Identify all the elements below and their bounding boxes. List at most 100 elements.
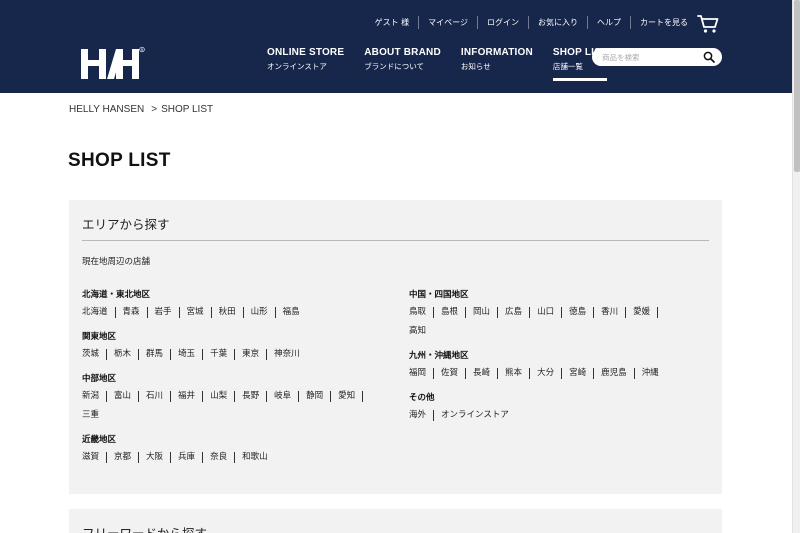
prefecture-link[interactable]: 岩手 [155,307,180,318]
prefecture-link[interactable]: 神奈川 [274,349,307,360]
mypage-link[interactable]: マイページ [418,16,477,29]
prefecture-list: 北海道 青森 岩手 宮城 秋田 山形 福島 [82,307,382,318]
prefecture-link[interactable]: 長野 [242,391,268,402]
nav-information[interactable]: INFORMATION お知らせ [461,47,533,81]
region-block: 中国・四国地区 鳥取 島根 岡山 広島 山口 徳島 香川 愛媛高知 [409,288,689,337]
prefecture-link[interactable]: 大分 [537,368,563,379]
page-scrollbar[interactable] [792,0,800,533]
prefecture-link[interactable]: 広島 [505,307,531,318]
prefecture-link[interactable]: 静岡 [306,391,332,402]
prefecture-link[interactable]: オンラインストア [441,410,516,421]
prefecture-link[interactable]: 長崎 [473,368,499,379]
prefecture-link[interactable]: 福島 [283,307,307,318]
prefecture-link[interactable]: 海外 [409,410,435,421]
region-column-left: 北海道・東北地区 北海道 青森 岩手 宮城 秋田 山形 福島関東地区茨城 栃木 群馬 埼玉 千葉 東京神… [82,288,382,475]
region-block: 関東地区茨城 栃木 群馬 埼玉 千葉 東京 神奈川 [82,330,382,360]
favorites-link[interactable]: お気に入り [528,16,587,29]
breadcrumb-separator: > [151,104,158,115]
prefecture-link[interactable]: 熊本 [505,368,531,379]
site-header: ゲスト 様 マイページ ログイン お気に入り ヘルプ カートを見る R ONLI… [0,0,792,93]
prefecture-link[interactable]: 沖縄 [642,368,666,379]
prefecture-link[interactable]: 群馬 [146,349,172,360]
nav-label-jp: お知らせ [460,62,491,71]
region-name: 中国・四国地区 [409,290,469,300]
region-name: その他 [409,393,435,403]
prefecture-link[interactable]: 大阪 [146,452,172,463]
region-block: 近畿地区滋賀 京都 大阪 兵庫 奈良 和歌山 [82,433,382,463]
prefecture-link[interactable]: 栃木 [114,349,140,360]
breadcrumb-home[interactable]: HELLY HANSEN [69,104,144,115]
region-name: 関東地区 [82,332,117,342]
prefecture-link[interactable]: 香川 [601,307,627,318]
search-icon[interactable] [703,51,715,63]
prefecture-link[interactable]: 宮崎 [569,368,595,379]
login-link[interactable]: ログイン [477,16,528,29]
area-search-title: エリアから探す [82,217,170,232]
prefecture-link[interactable]: 新潟 [82,391,108,402]
guest-link[interactable]: ゲスト 様 [366,16,419,29]
nav-label-jp: ブランドについて [364,62,425,71]
view-cart-link[interactable]: カートを見る [630,16,697,29]
prefecture-link[interactable]: 島根 [441,307,467,318]
prefecture-link[interactable]: 徳島 [569,307,595,318]
prefecture-link[interactable]: 福岡 [409,368,435,379]
nav-about-brand[interactable]: ABOUT BRAND ブランドについて [364,47,441,81]
utility-nav: ゲスト 様 マイページ ログイン お気に入り ヘルプ カートを見る [366,16,697,29]
prefecture-list: 福岡 佐賀 長崎 熊本 大分 宮崎 鹿児島 沖縄 [409,368,689,379]
breadcrumb: HELLY HANSEN > SHOP LIST [69,104,213,115]
nearby-stores-link[interactable]: 現在地周辺の店舗 [82,255,150,267]
area-search-panel: エリアから探す 現在地周辺の店舗 北海道・東北地区 北海道 青森 岩手 宮城 秋田 山形 福島… [69,200,722,494]
help-link[interactable]: ヘルプ [587,16,630,29]
main-nav: ONLINE STORE オンラインストア ABOUT BRAND ブランドにつ… [267,47,627,81]
scrollbar-thumb[interactable] [794,0,800,172]
prefecture-link[interactable]: 奈良 [210,452,236,463]
prefecture-link[interactable]: 鹿児島 [601,368,635,379]
region-block: 北海道・東北地区 北海道 青森 岩手 宮城 秋田 山形 福島 [82,288,382,318]
region-column-right: 中国・四国地区 鳥取 島根 岡山 広島 山口 徳島 香川 愛媛 高知 九州・沖縄地区 福岡 佐賀 長崎 熊本… [409,288,689,433]
nav-label-en: ABOUT BRAND [364,47,441,58]
prefecture-link[interactable]: 高知 [409,326,433,337]
prefecture-link[interactable]: 岡山 [473,307,499,318]
breadcrumb-current: SHOP LIST [161,104,214,115]
divider [82,240,709,241]
search-input[interactable] [602,50,697,64]
prefecture-link[interactable]: 北海道 [82,307,116,318]
prefecture-link[interactable]: 石川 [146,391,172,402]
prefecture-list: 鳥取 島根 岡山 広島 山口 徳島 香川 愛媛高知 [409,307,689,337]
nav-label-en: INFORMATION [460,47,533,58]
prefecture-link[interactable]: 愛知 [338,391,364,402]
prefecture-link[interactable]: 京都 [114,452,140,463]
prefecture-link[interactable]: 山梨 [210,391,236,402]
page-title: SHOP LIST [68,150,171,171]
cart-icon[interactable] [697,14,719,34]
prefecture-link[interactable]: 茨城 [82,349,108,360]
prefecture-link[interactable]: 福井 [178,391,204,402]
prefecture-link[interactable]: 山口 [537,307,563,318]
prefecture-link[interactable]: 佐賀 [441,368,467,379]
prefecture-link[interactable]: 秋田 [219,307,244,318]
prefecture-list: 新潟 富山 石川 福井 山梨 長野 岐阜 静岡 愛知三重 [82,391,382,421]
prefecture-list: 茨城 栃木 群馬 埼玉 千葉 東京 神奈川 [82,349,382,360]
nav-label-en: ONLINE STORE [267,47,345,58]
prefecture-link[interactable]: 鳥取 [409,307,435,318]
region-name: 近畿地区 [82,435,117,445]
hh-logo[interactable]: R [80,46,146,82]
prefecture-link[interactable]: 富山 [114,391,140,402]
prefecture-link[interactable]: 東京 [242,349,268,360]
search-box [592,48,722,66]
prefecture-link[interactable]: 愛媛 [633,307,659,318]
prefecture-link[interactable]: 三重 [82,410,106,421]
prefecture-link[interactable]: 和歌山 [242,452,275,463]
prefecture-link[interactable]: 山形 [251,307,276,318]
prefecture-link[interactable]: 宮城 [187,307,212,318]
nav-online-store[interactable]: ONLINE STORE オンラインストア [267,47,344,81]
region-name: 中部地区 [82,374,117,384]
freeword-search-panel: フリーワードから探す [69,509,722,533]
prefecture-link[interactable]: 青森 [123,307,148,318]
prefecture-link[interactable]: 兵庫 [178,452,204,463]
prefecture-link[interactable]: 埼玉 [178,349,204,360]
prefecture-link[interactable]: 岐阜 [274,391,300,402]
prefecture-list: 滋賀 京都 大阪 兵庫 奈良 和歌山 [82,452,382,463]
prefecture-link[interactable]: 滋賀 [82,452,108,463]
prefecture-link[interactable]: 千葉 [210,349,236,360]
